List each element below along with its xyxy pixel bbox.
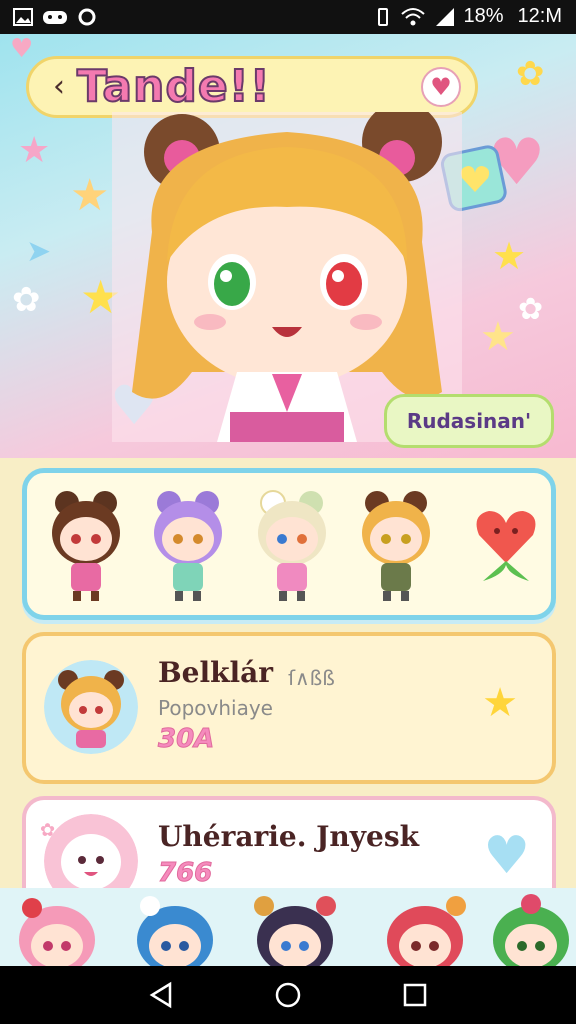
character-selector [22,468,556,620]
flower-icon: ✿ [516,54,545,94]
character-name-badge[interactable]: Rudasinan' [384,394,554,448]
notification-icons [12,6,98,28]
star-icon: ★ [18,130,51,171]
character-name: Belklár [158,656,274,689]
cute-face-icon: ✿ [12,280,41,320]
character-carousel [0,888,576,966]
wifi-icon [400,7,425,25]
image-notification-icon [13,8,33,26]
character-thumb-pink[interactable] [12,892,102,966]
clock: 12:M [517,5,562,27]
settings-notification-icon [78,8,96,26]
character-thumb-red[interactable] [380,892,470,966]
avatar [44,660,138,754]
star-icon: ★ [492,234,527,278]
character-number: 30A [157,724,215,755]
character-number: 766 [157,858,213,889]
character-thumb-green[interactable] [486,892,576,966]
header-bar: ‹ Tande!! ♥ [26,56,478,118]
character-option-blonde[interactable] [353,485,439,605]
paper-plane-icon: ➤ [26,234,52,269]
system-nav-bar [0,966,576,1024]
character-thumb-dark[interactable] [250,892,340,966]
back-nav-icon[interactable] [146,980,176,1010]
character-card[interactable]: Belklár ſ∧ßß Popovhiaye 30A ★ [22,632,556,784]
character-subtitle: Popovhiaye [158,696,273,720]
hero-banner: ★ ★ ★ ➤ ✿ ★ ★ ✿ ✿ ♥ ♥ ♥ ‹ Tande!! ♥ Ruda [0,34,576,458]
character-portrait [112,112,462,442]
character-option-cream[interactable] [249,485,335,605]
favorite-button[interactable]: ♥ [421,67,461,107]
star-icon[interactable]: ★ [482,680,518,726]
vibrate-icon [377,7,388,26]
cute-face-icon: ✿ [518,292,544,327]
heart-flower-icon[interactable] [463,485,549,605]
signal-icon [435,7,454,26]
character-name: Uhérarie. Jnyesk [158,820,420,853]
battery-percent: 18% [463,5,504,27]
home-nav-icon[interactable] [273,980,303,1010]
character-thumb-blue[interactable] [130,892,220,966]
character-option-brown[interactable] [43,485,129,605]
back-button[interactable]: ‹ [39,67,79,107]
character-tag: ſ∧ßß [288,666,335,690]
character-option-purple[interactable] [145,485,231,605]
recents-nav-icon[interactable] [400,980,430,1010]
heart-icon[interactable]: ♥ [483,826,530,886]
status-bar: 18% 12:M [0,0,576,34]
page-title: Tande!! [76,60,271,113]
game-controller-icon [43,11,67,24]
star-icon: ★ [70,170,110,221]
heart-icon: ♥ [10,34,34,64]
heart-icon: ♥ [430,73,452,101]
star-icon: ★ [480,314,516,360]
